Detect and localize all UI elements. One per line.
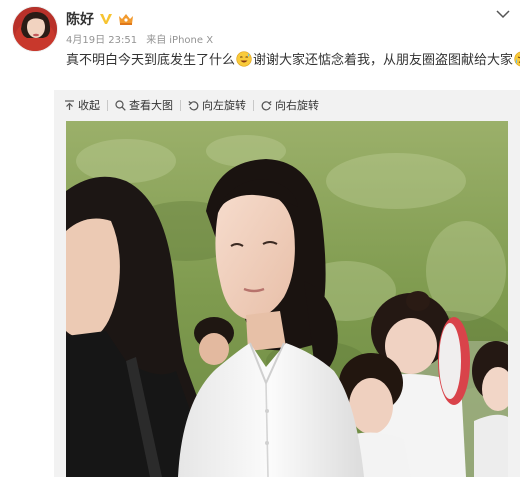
post-meta: 4月19日 23:51 来自 iPhone X (66, 31, 213, 46)
rotate-left-button[interactable]: 向左旋转 (188, 97, 246, 113)
rotate-right-button[interactable]: 向右旋转 (261, 97, 319, 113)
view-large-button[interactable]: 查看大图 (115, 97, 173, 113)
post-text: 真不明白今天到底发生了什么 谢谢大家还惦念着我，从朋友圈盗图献给大家 (66, 49, 520, 68)
sweat-smile-emoji (236, 50, 252, 67)
author-line: 陈好 (66, 9, 134, 29)
source-device[interactable]: iPhone X (169, 35, 213, 46)
avatar-portrait (13, 7, 57, 51)
rotate-right-icon (261, 100, 272, 110)
magnifier-icon (115, 99, 126, 111)
vip-crown-icon[interactable] (118, 12, 134, 26)
source-prefix: 来自 (146, 35, 167, 46)
rotate-right-label: 向右旋转 (275, 99, 319, 112)
chevron-down-icon[interactable] (496, 4, 510, 19)
author-avatar[interactable] (12, 6, 58, 52)
verified-v-icon (99, 12, 113, 26)
toolbar-divider (107, 99, 108, 111)
weibo-post: 陈好 4月19日 23:51 来自iPhone X 真不明白今天到底发生了什么 (0, 0, 520, 477)
photo-scene-outdoor-portrait (66, 121, 508, 477)
post-text-part2: 谢谢大家还惦念着我，从朋友圈盗图献给大家 (253, 53, 514, 68)
post-photo[interactable] (66, 121, 508, 477)
rotate-left-label: 向左旋转 (202, 99, 246, 112)
collapse-button[interactable]: 收起 (64, 97, 100, 113)
toolbar-divider (253, 99, 254, 111)
collapse-label: 收起 (78, 99, 100, 112)
collapse-up-icon (65, 99, 74, 110)
media-toolbar: 收起 查看大图 向左旋转 向右旋转 (54, 90, 520, 120)
view-large-label: 查看大图 (129, 99, 173, 112)
author-name[interactable]: 陈好 (66, 9, 94, 29)
toolbar-divider (180, 99, 181, 111)
media-expanded-panel: 收起 查看大图 向左旋转 向右旋转 (54, 90, 520, 477)
post-date[interactable]: 4月19日 23:51 (66, 35, 137, 46)
post-text-part1: 真不明白今天到底发生了什么 (66, 53, 236, 68)
tears-emoji (514, 51, 520, 67)
rotate-left-icon (188, 100, 199, 110)
